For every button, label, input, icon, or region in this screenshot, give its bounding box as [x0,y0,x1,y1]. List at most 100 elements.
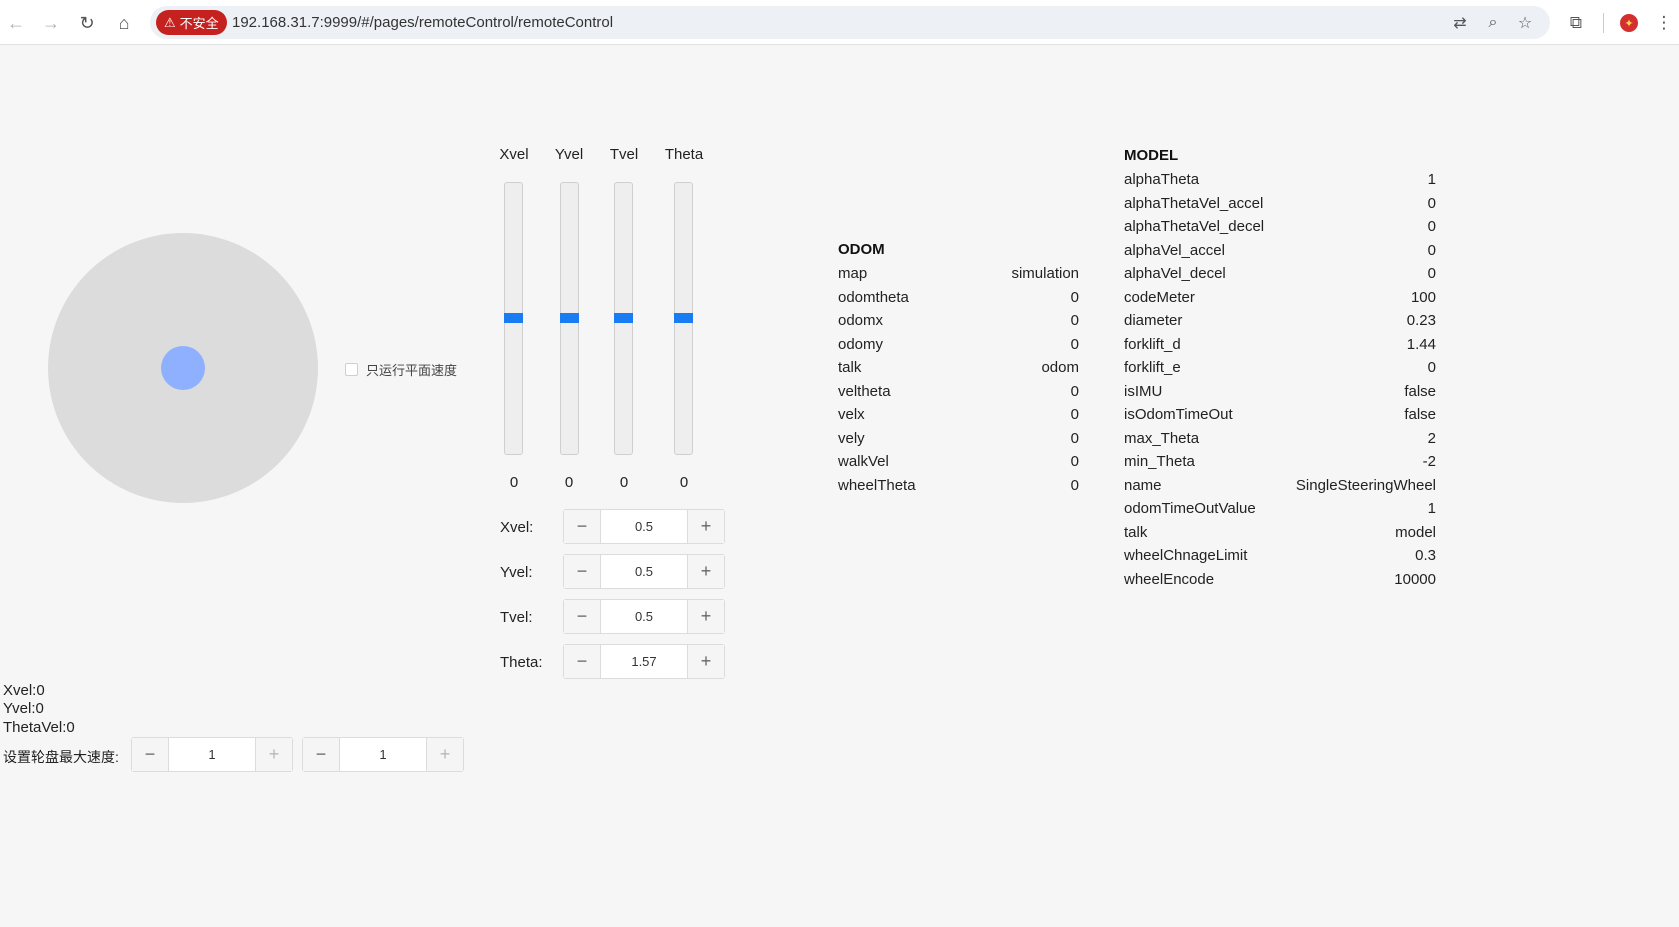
planar-only-checkbox[interactable] [345,363,358,376]
increment-button[interactable]: + [687,510,724,543]
back-arrow-icon[interactable]: ← [3,10,29,36]
odom-key: walkVel [838,453,889,470]
model-row: max_Theta 2 [1124,430,1436,447]
slider-yvel[interactable] [560,182,579,455]
decrement-button[interactable]: − [303,738,340,771]
odom-value: 0 [1070,476,1079,494]
decrement-button[interactable]: − [564,510,601,543]
model-value: -2 [1422,453,1436,470]
model-value: 100 [1410,288,1436,306]
slider-thumb-tvel[interactable] [614,313,633,323]
stepper-input[interactable]: 0.5 [601,555,687,588]
forward-arrow-icon[interactable]: → [38,10,64,36]
odom-key: odomy [838,335,884,353]
model-row: wheelEncode 10000 [1124,571,1436,588]
odom-row: vely 0 [838,430,1079,447]
odom-key: vely [838,429,865,447]
model-value: 0 [1427,241,1436,259]
slider-label-xvel: Xvel [499,146,529,163]
odom-key: odomtheta [838,288,909,306]
odom-value: odom [1041,359,1079,376]
odom-key: map [838,265,868,282]
increment-button[interactable]: + [687,555,724,588]
url-text[interactable]: 192.168.31.7:9999/#/pages/remoteControl/… [232,14,613,31]
increment-button[interactable]: + [687,600,724,633]
slider-thumb-theta[interactable] [674,313,693,323]
slider-tvel[interactable] [614,182,633,455]
slider-theta[interactable] [674,182,693,455]
browser-toolbar: ← → ↻ ⌂ ⚠ 不安全 192.168.31.7:9999/#/pages/… [0,0,1679,45]
model-row: alphaVel_decel 0 [1124,265,1436,282]
home-icon[interactable]: ⌂ [111,10,137,36]
extensions-icon[interactable]: ⧉ [1564,11,1588,35]
odom-value: 0 [1070,382,1079,400]
increment-button[interactable]: + [426,738,463,771]
insecure-badge[interactable]: ⚠ 不安全 [156,10,227,35]
address-bar[interactable]: ⚠ 不安全 192.168.31.7:9999/#/pages/remoteCo… [150,6,1550,39]
model-value: 2 [1427,429,1436,447]
translate-icon[interactable]: ⇄ [1450,13,1470,33]
slider-thumb-xvel[interactable] [504,313,523,323]
model-key: odomTimeOutValue [1124,500,1256,517]
stepper-input[interactable]: 0.5 [601,600,687,633]
odom-key: talk [838,359,862,376]
model-key: alphaTheta [1124,171,1200,188]
odom-key: wheelTheta [838,476,916,494]
model-value: 0 [1427,265,1436,282]
reload-icon[interactable]: ↻ [74,10,100,36]
model-key: alphaThetaVel_decel [1124,218,1265,235]
slider-label-theta: Theta [664,146,704,163]
model-key: wheelChnageLimit [1124,547,1248,564]
extension-shield-icon[interactable]: ✦ [1617,11,1641,35]
stepper-input[interactable]: 0.5 [601,510,687,543]
bookmark-star-icon[interactable]: ☆ [1515,13,1535,33]
increment-button[interactable]: + [255,738,292,771]
stepper-input[interactable]: 1 [169,738,255,771]
model-row: alphaThetaVel_accel 0 [1124,195,1436,212]
model-row: alphaVel_accel 0 [1124,242,1436,259]
model-value: 1 [1427,500,1436,517]
joystick-pad[interactable] [48,233,318,503]
stepper-label-tvel: Tvel: [500,609,533,626]
slider-thumb-yvel[interactable] [560,313,579,323]
stepper-label-xvel: Xvel: [500,519,534,536]
model-row: name SingleSteeringWheel [1124,477,1436,494]
model-key: codeMeter [1124,288,1195,306]
planar-only-toggle[interactable]: 只运行平面速度 [345,360,457,379]
odom-row: odomx 0 [838,312,1079,329]
zoom-icon[interactable]: ⌕ [1483,13,1503,33]
model-value: 0 [1427,218,1436,235]
slider-label-yvel: Yvel [554,146,584,163]
joystick-knob[interactable] [161,346,205,390]
decrement-button[interactable]: − [132,738,169,771]
model-key: isIMU [1124,382,1163,400]
max-speed-stepper-2: − 1 + [302,737,464,772]
stepper-xvel: − 0.5 + [563,509,725,544]
stepper-input[interactable]: 1 [340,738,426,771]
increment-button[interactable]: + [687,645,724,678]
model-key: min_Theta [1124,453,1195,470]
decrement-button[interactable]: − [564,645,601,678]
decrement-button[interactable]: − [564,555,601,588]
odom-value: simulation [1011,265,1079,282]
odom-row: velx 0 [838,406,1079,423]
model-value: false [1404,406,1436,423]
slider-xvel[interactable] [504,182,523,455]
menu-more-icon[interactable]: ⋮ [1652,11,1676,35]
model-row: wheelChnageLimit 0.3 [1124,547,1436,564]
decrement-button[interactable]: − [564,600,601,633]
stepper-theta: − 1.57 + [563,644,725,679]
model-row: codeMeter 100 [1124,289,1436,306]
model-key: diameter [1124,312,1183,329]
stepper-input[interactable]: 1.57 [601,645,687,678]
model-key: forklift_d [1124,335,1181,353]
model-row: talk model [1124,524,1436,541]
planar-only-label: 只运行平面速度 [366,363,458,378]
model-key: alphaVel_decel [1124,265,1226,282]
odom-value: 0 [1070,335,1079,353]
odom-row: veltheta 0 [838,383,1079,400]
model-key: name [1124,476,1162,494]
model-value: 0 [1427,194,1436,212]
model-row: forklift_e 0 [1124,359,1436,376]
odom-key: odomx [838,312,884,329]
